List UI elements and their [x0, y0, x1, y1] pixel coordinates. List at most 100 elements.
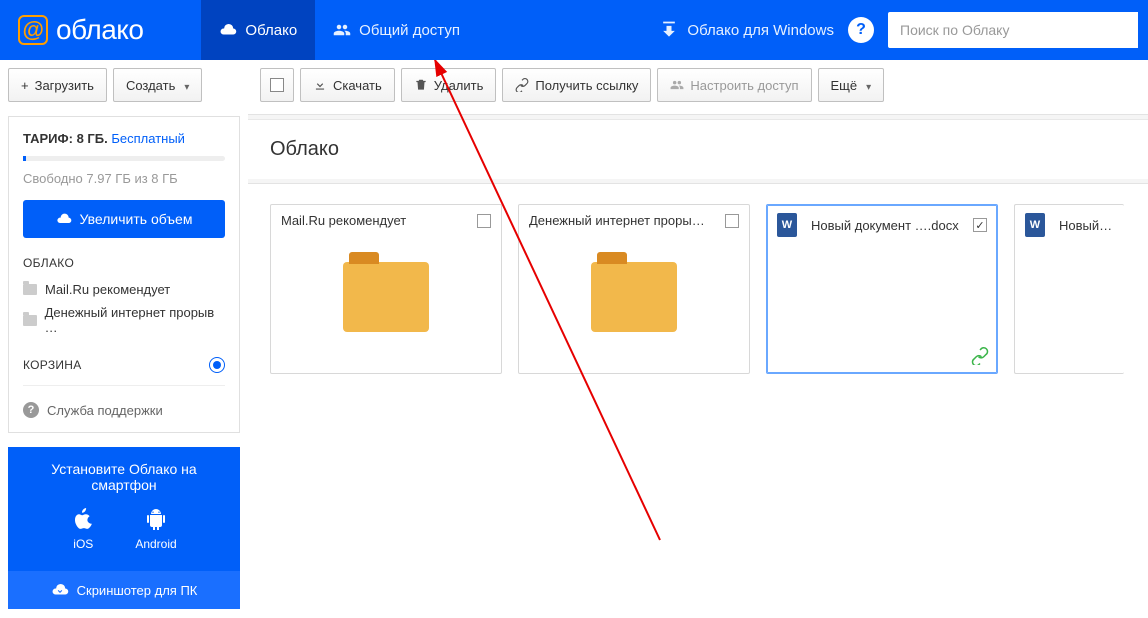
select-all-checkbox[interactable]	[260, 68, 294, 102]
card-title: Новый документ ….docx	[811, 218, 965, 233]
folder-icon	[343, 262, 429, 332]
delete-button[interactable]: Удалить	[401, 68, 497, 102]
header-right: Облако для Windows ? Поиск по Облаку	[659, 12, 1148, 48]
toolbar-row: + Загрузить Создать Скачать Удалить Полу…	[0, 68, 1148, 102]
folder-icon	[591, 262, 677, 332]
screenshoter-link[interactable]: Скриншотер для ПК	[8, 571, 240, 609]
trash-indicator-icon	[209, 357, 225, 373]
download-icon	[313, 78, 327, 92]
chevron-down-icon	[181, 78, 189, 93]
get-link-label: Получить ссылку	[535, 78, 638, 93]
tab-shared[interactable]: Общий доступ	[315, 0, 478, 60]
mailru-at-icon: @	[18, 15, 48, 45]
card-checkbox[interactable]	[725, 214, 739, 228]
promo-title: Установите Облако на смартфон	[18, 461, 230, 493]
main-toolbar: Скачать Удалить Получить ссылку Настроит…	[248, 68, 1148, 102]
folder-icon	[23, 284, 37, 295]
folder-icon	[23, 315, 37, 326]
android-label: Android	[135, 537, 176, 551]
tariff-label: ТАРИФ:	[23, 131, 73, 146]
tariff-line: ТАРИФ: 8 ГБ. Бесплатный	[23, 131, 225, 146]
create-label: Создать	[126, 78, 175, 93]
sidebar-toolbar: + Загрузить Создать	[0, 68, 248, 102]
download-button[interactable]: Скачать	[300, 68, 395, 102]
windows-link-label: Облако для Windows	[687, 22, 834, 39]
card-checkbox[interactable]	[973, 218, 987, 232]
folder-card[interactable]: Mail.Ru рекомендует	[270, 204, 502, 374]
android-icon	[144, 507, 168, 531]
promo-ios[interactable]: iOS	[71, 507, 95, 551]
chevron-down-icon	[863, 78, 871, 93]
more-label: Ещё	[831, 78, 858, 93]
section-cloud-title: ОБЛАКО	[23, 256, 225, 270]
word-doc-icon: W	[1025, 213, 1045, 237]
share-access-button[interactable]: Настроить доступ	[657, 68, 811, 102]
promo-android[interactable]: Android	[135, 507, 176, 551]
cloud-download-icon	[51, 581, 69, 599]
windows-app-link[interactable]: Облако для Windows	[659, 20, 834, 40]
help-icon[interactable]: ?	[848, 17, 874, 43]
trash-icon	[414, 78, 428, 92]
tab-cloud[interactable]: Облако	[201, 0, 315, 60]
card-title: Новый докум	[1059, 218, 1114, 233]
breadcrumb[interactable]: Облако	[270, 138, 339, 160]
plus-icon: +	[21, 78, 29, 93]
mobile-promo: Установите Облако на смартфон iOS Androi…	[8, 447, 240, 609]
create-button[interactable]: Создать	[113, 68, 202, 102]
tab-label: Облако	[245, 22, 297, 39]
card-checkbox[interactable]	[477, 214, 491, 228]
screenshoter-label: Скриншотер для ПК	[77, 583, 198, 598]
sidebar-item-label: Денежный интернет прорыв …	[45, 305, 225, 335]
logo-text: облако	[56, 14, 143, 46]
checkbox-icon	[270, 78, 284, 92]
trash-row[interactable]: КОРЗИНА	[23, 357, 225, 379]
logo[interactable]: @ облако	[0, 0, 161, 60]
sidebar-item-recommend[interactable]: Mail.Ru рекомендует	[23, 278, 225, 301]
question-icon: ?	[23, 402, 39, 418]
file-grid: Mail.Ru рекомендует Денежный интернет пр…	[248, 184, 1148, 394]
support-link[interactable]: ? Служба поддержки	[23, 402, 225, 418]
download-label: Скачать	[333, 78, 382, 93]
document-card[interactable]: W Новый документ ….docx	[766, 204, 998, 374]
enlarge-storage-button[interactable]: Увеличить объем	[23, 200, 225, 238]
enlarge-label: Увеличить объем	[80, 211, 193, 227]
upload-button[interactable]: + Загрузить	[8, 68, 107, 102]
cloud-icon	[219, 21, 237, 39]
document-card[interactable]: W Новый докум	[1014, 204, 1124, 374]
card-title: Mail.Ru рекомендует	[281, 213, 469, 228]
promo-os-row: iOS Android	[18, 507, 230, 551]
people-icon	[670, 78, 684, 92]
sidebar-item-money[interactable]: Денежный интернет прорыв …	[23, 301, 225, 339]
app-header: @ облако Облако Общий доступ Облако для …	[0, 0, 1148, 60]
people-icon	[333, 21, 351, 39]
storage-free-text: Свободно 7.97 ГБ из 8 ГБ	[23, 171, 225, 186]
card-title: Денежный интернет проры…	[529, 213, 717, 228]
folder-card[interactable]: Денежный интернет проры…	[518, 204, 750, 374]
sidebar: ТАРИФ: 8 ГБ. Бесплатный Свободно 7.97 ГБ…	[0, 102, 248, 617]
cloud-icon	[56, 211, 72, 227]
shared-link-icon	[971, 347, 989, 365]
ios-label: iOS	[73, 537, 93, 551]
body: ТАРИФ: 8 ГБ. Бесплатный Свободно 7.97 ГБ…	[0, 102, 1148, 617]
primary-nav: Облако Общий доступ	[201, 0, 478, 60]
tab-label: Общий доступ	[359, 22, 460, 39]
upload-label: Загрузить	[35, 78, 94, 93]
trash-title: КОРЗИНА	[23, 358, 82, 372]
delete-label: Удалить	[434, 78, 484, 93]
link-icon	[515, 78, 529, 92]
sidebar-item-label: Mail.Ru рекомендует	[45, 282, 170, 297]
download-install-icon	[659, 20, 679, 40]
breadcrumb-bar: Облако	[248, 114, 1148, 184]
search-placeholder: Поиск по Облаку	[900, 22, 1009, 38]
tariff-plan-link[interactable]: Бесплатный	[111, 131, 185, 146]
more-button[interactable]: Ещё	[818, 68, 885, 102]
tariff-panel: ТАРИФ: 8 ГБ. Бесплатный Свободно 7.97 ГБ…	[8, 116, 240, 433]
share-label: Настроить доступ	[690, 78, 798, 93]
apple-icon	[71, 507, 95, 531]
tariff-size: 8 ГБ.	[77, 131, 108, 146]
get-link-button[interactable]: Получить ссылку	[502, 68, 651, 102]
search-input[interactable]: Поиск по Облаку	[888, 12, 1138, 48]
main-area: Облако Mail.Ru рекомендует Денежный инте…	[248, 102, 1148, 617]
support-label: Служба поддержки	[47, 403, 163, 418]
storage-progress	[23, 156, 225, 161]
